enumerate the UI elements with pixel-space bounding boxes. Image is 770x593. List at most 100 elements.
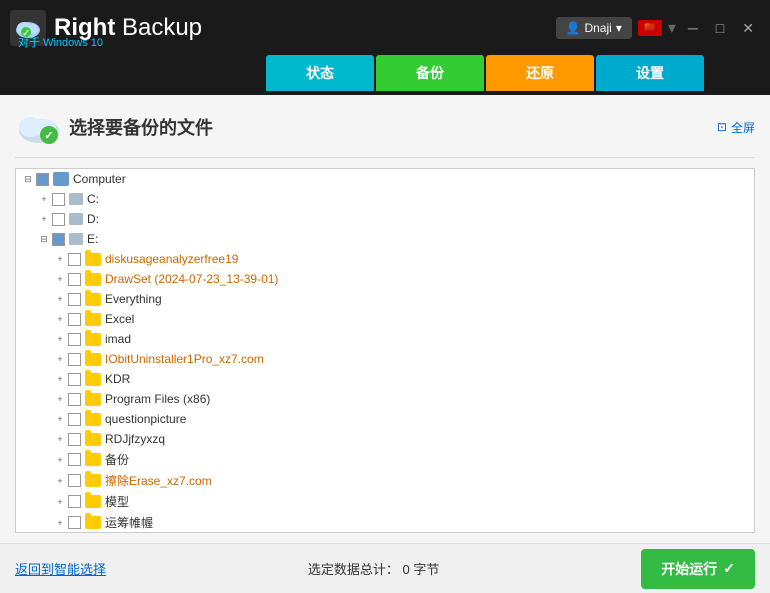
- tree-item-drive-e[interactable]: ⊟ E:: [16, 229, 754, 249]
- checkbox-questionpicture[interactable]: [68, 413, 81, 426]
- expander-excel[interactable]: +: [52, 311, 68, 327]
- checkbox-iobit[interactable]: [68, 353, 81, 366]
- folder-template: [85, 495, 101, 508]
- data-summary-value: 0 字节: [403, 562, 440, 577]
- close-button[interactable]: ✕: [736, 19, 760, 37]
- tree-item-kdr[interactable]: + KDR: [16, 369, 754, 389]
- tree-item-erase[interactable]: + 擦除Erase_xz7.com: [16, 470, 754, 491]
- checkbox-erase[interactable]: [68, 474, 81, 487]
- checkbox-logistics[interactable]: [68, 516, 81, 529]
- svg-text:✓: ✓: [44, 130, 53, 142]
- user-menu-button[interactable]: 👤 Dnaji ▾: [556, 17, 632, 39]
- back-to-smart-button[interactable]: 返回到智能选择: [15, 559, 106, 578]
- tree-item-iobit[interactable]: + IObitUninstaller1Pro_xz7.com: [16, 349, 754, 369]
- tab-restore[interactable]: 还原: [486, 55, 594, 91]
- expander-logistics[interactable]: +: [52, 515, 68, 531]
- drive-d-icon: [69, 213, 83, 225]
- checkbox-programfiles[interactable]: [68, 393, 81, 406]
- label-computer: Computer: [73, 172, 126, 186]
- main-content: ✓ 选择要备份的文件 ⊡ 全屏 ⊟ Computer + C: +: [0, 95, 770, 543]
- tree-item-imad[interactable]: + imad: [16, 329, 754, 349]
- file-tree[interactable]: ⊟ Computer + C: + D: ⊟ E: +: [15, 168, 755, 533]
- checkbox-d[interactable]: [52, 213, 65, 226]
- expander-template[interactable]: +: [52, 494, 68, 510]
- app-title-backup: Backup: [115, 14, 202, 41]
- start-button[interactable]: 开始运行 ✓: [641, 549, 755, 589]
- label-rdjjfzyxzq: RDJjfzyxzq: [105, 432, 165, 446]
- nav-tabs: 状态 备份 还原 设置: [0, 55, 770, 95]
- minimize-button[interactable]: ─: [682, 19, 704, 37]
- header-icon: ✓: [15, 105, 59, 149]
- expander-imad[interactable]: +: [52, 331, 68, 347]
- checkbox-template[interactable]: [68, 495, 81, 508]
- tree-item-excel[interactable]: + Excel: [16, 309, 754, 329]
- checkbox-excel[interactable]: [68, 313, 81, 326]
- expander-drawset[interactable]: +: [52, 271, 68, 287]
- start-checkmark-icon: ✓: [723, 560, 735, 577]
- folder-diskusage: [85, 253, 101, 266]
- expander-e[interactable]: ⊟: [36, 231, 52, 247]
- maximize-button[interactable]: □: [710, 19, 730, 37]
- checkbox-rdjjfzyxzq[interactable]: [68, 433, 81, 446]
- user-icon: 👤: [566, 21, 581, 35]
- tree-item-drive-c[interactable]: + C:: [16, 189, 754, 209]
- expander-computer[interactable]: ⊟: [20, 171, 36, 187]
- label-logistics: 运筹帷幄: [105, 514, 153, 531]
- expander-diskusage[interactable]: +: [52, 251, 68, 267]
- tab-settings[interactable]: 设置: [596, 55, 704, 91]
- expander-erase[interactable]: +: [52, 473, 68, 489]
- drive-e-icon: [69, 233, 83, 245]
- tab-backup[interactable]: 备份: [376, 55, 484, 91]
- expander-programfiles[interactable]: +: [52, 391, 68, 407]
- app-logo: ✓ Right Backup 对于 Windows 10: [10, 10, 202, 46]
- tree-item-backup-folder[interactable]: + 备份: [16, 449, 754, 470]
- label-programfiles: Program Files (x86): [105, 392, 210, 406]
- folder-logistics: [85, 516, 101, 529]
- label-iobit: IObitUninstaller1Pro_xz7.com: [105, 352, 264, 366]
- tree-item-diskusage[interactable]: + diskusageanalyzerfree19: [16, 249, 754, 269]
- tree-item-everything[interactable]: + Everything: [16, 289, 754, 309]
- checkbox-drawset[interactable]: [68, 273, 81, 286]
- checkbox-imad[interactable]: [68, 333, 81, 346]
- tree-item-computer[interactable]: ⊟ Computer: [16, 169, 754, 189]
- expander-kdr[interactable]: +: [52, 371, 68, 387]
- checkbox-computer[interactable]: [36, 173, 49, 186]
- fullscreen-label: 全屏: [731, 119, 755, 136]
- folder-erase: [85, 474, 101, 487]
- checkbox-diskusage[interactable]: [68, 253, 81, 266]
- flag-dropdown-arrow[interactable]: ▾: [668, 18, 676, 38]
- app-subtitle: 对于 Windows 10: [18, 34, 103, 50]
- tree-item-rdjjfzyxzq[interactable]: + RDJjfzyxzq: [16, 429, 754, 449]
- tree-item-drawset[interactable]: + DrawSet (2024-07-23_13-39-01): [16, 269, 754, 289]
- checkbox-backup-folder[interactable]: [68, 453, 81, 466]
- checkbox-everything[interactable]: [68, 293, 81, 306]
- label-template: 模型: [105, 493, 129, 510]
- tree-item-logistics[interactable]: + 运筹帷幄: [16, 512, 754, 533]
- language-flag[interactable]: 🇨🇳: [638, 20, 662, 36]
- checkbox-e[interactable]: [52, 233, 65, 246]
- folder-iobit: [85, 353, 101, 366]
- titlebar: ✓ Right Backup 对于 Windows 10 👤 Dnaji ▾ 🇨…: [0, 0, 770, 55]
- folder-questionpicture: [85, 413, 101, 426]
- expander-backup-folder[interactable]: +: [52, 452, 68, 468]
- expander-rdjjfzyxzq[interactable]: +: [52, 431, 68, 447]
- label-d: D:: [87, 212, 99, 226]
- checkbox-kdr[interactable]: [68, 373, 81, 386]
- tree-item-questionpicture[interactable]: + questionpicture: [16, 409, 754, 429]
- tree-item-programfiles[interactable]: + Program Files (x86): [16, 389, 754, 409]
- expander-questionpicture[interactable]: +: [52, 411, 68, 427]
- tree-item-drive-d[interactable]: + D:: [16, 209, 754, 229]
- folder-programfiles: [85, 393, 101, 406]
- fullscreen-button[interactable]: ⊡ 全屏: [717, 119, 755, 136]
- expander-c[interactable]: +: [36, 191, 52, 207]
- checkbox-c[interactable]: [52, 193, 65, 206]
- expander-everything[interactable]: +: [52, 291, 68, 307]
- tree-item-template[interactable]: + 模型: [16, 491, 754, 512]
- expander-d[interactable]: +: [36, 211, 52, 227]
- expander-iobit[interactable]: +: [52, 351, 68, 367]
- label-c: C:: [87, 192, 99, 206]
- page-title: 选择要备份的文件: [69, 114, 717, 140]
- folder-imad: [85, 333, 101, 346]
- folder-rdjjfzyxzq: [85, 433, 101, 446]
- tab-status[interactable]: 状态: [266, 55, 374, 91]
